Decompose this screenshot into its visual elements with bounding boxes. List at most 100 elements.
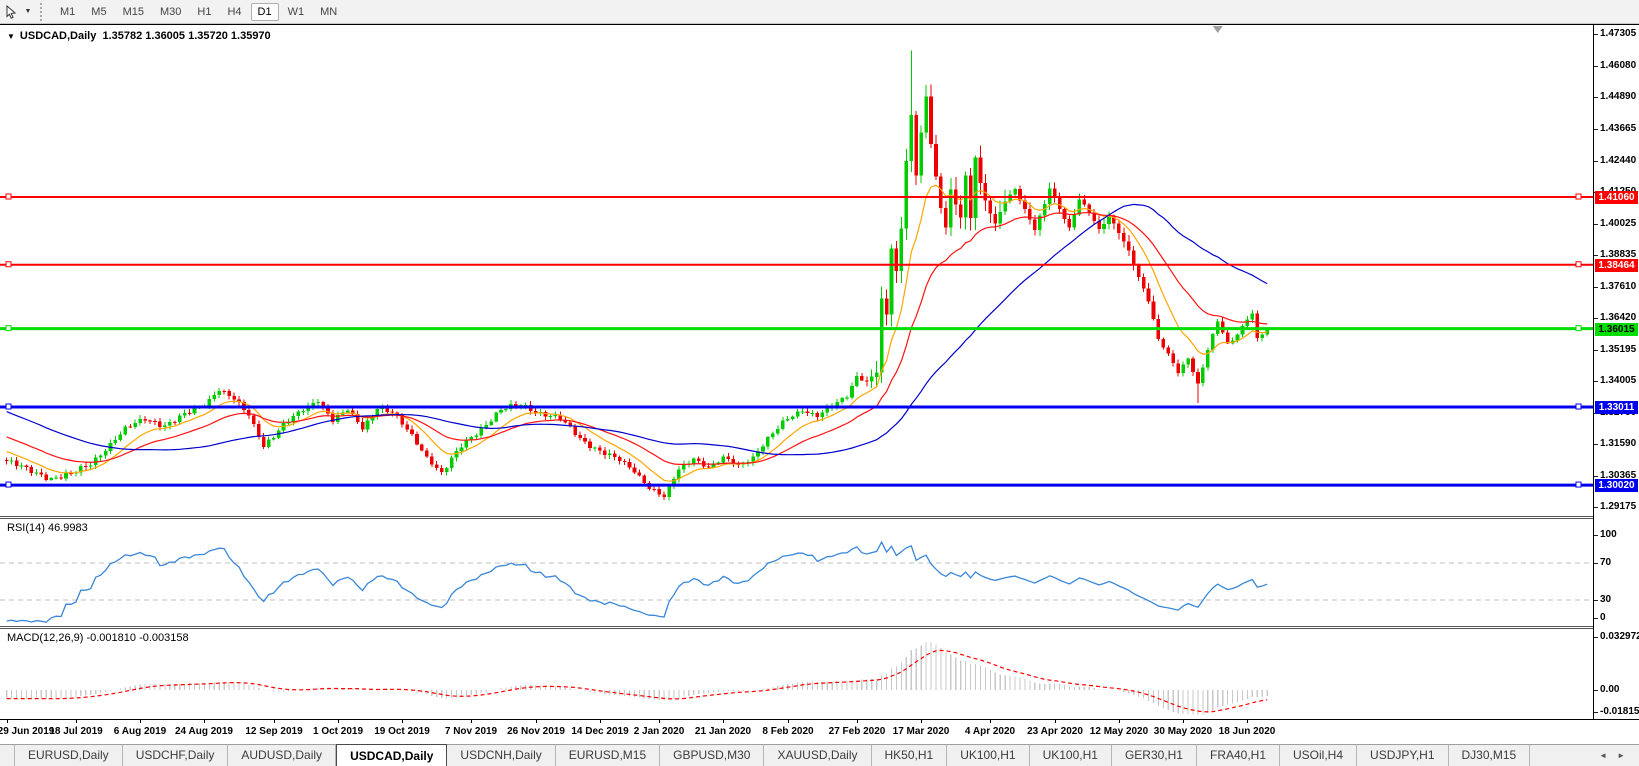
- chart-tab-FRA40-H1[interactable]: FRA40,H1: [1197, 745, 1281, 766]
- axis-tick: [1594, 712, 1598, 713]
- hline-handle: [1575, 261, 1582, 268]
- timeframe-button-M30[interactable]: M30: [153, 3, 188, 21]
- date-tick-label: 26 Nov 2019: [507, 726, 565, 737]
- ma-ema25-line: [6, 212, 1268, 465]
- date-tick-label: 4 Apr 2020: [964, 726, 1016, 737]
- chart-tab-USDCNH-Daily[interactable]: USDCNH,Daily: [447, 745, 556, 766]
- date-tick-label: 21 Jan 2020: [694, 726, 752, 737]
- chart-tab-UK100-H1[interactable]: UK100,H1: [947, 745, 1030, 766]
- date-tick: [723, 720, 724, 723]
- toolbar-grip[interactable]: [40, 2, 44, 21]
- timeframe-button-M1[interactable]: M1: [53, 3, 82, 21]
- toolbar: ▼ M1 M5 M15 M30 H1 H4 D1 W1 MN: [0, 0, 1639, 24]
- macd-histogram: [6, 642, 1268, 715]
- date-tick: [7, 720, 8, 723]
- chart-tab-EURUSD-Daily[interactable]: EURUSD,Daily: [14, 745, 123, 766]
- price-tick-label: 1.29175: [1600, 501, 1637, 512]
- timeframe-button-MN[interactable]: MN: [313, 3, 344, 21]
- chart-tab-USDCHF-Daily[interactable]: USDCHF,Daily: [123, 745, 229, 766]
- macd-signal-line: [6, 649, 1268, 713]
- timeframe-button-D1[interactable]: D1: [250, 3, 279, 21]
- price-tick-label: 1.36420: [1600, 312, 1637, 323]
- macd-tick-label: -0.018154: [1600, 706, 1639, 717]
- chart-tab-USDJPY-H1[interactable]: USDJPY,H1: [1357, 745, 1449, 766]
- cursor-tool-dropdown-caret[interactable]: ▼: [22, 8, 34, 15]
- hline-handle: [1575, 403, 1582, 410]
- date-tick: [1183, 720, 1184, 723]
- timeframe-button-M5[interactable]: M5: [84, 3, 113, 21]
- rsi-line: [6, 540, 1268, 623]
- chart-tab-GER30-H1[interactable]: GER30,H1: [1112, 745, 1197, 766]
- hline-handle: [1575, 481, 1582, 488]
- timeframe-button-H4[interactable]: H4: [220, 3, 248, 21]
- rsi-indicator-pane[interactable]: [0, 519, 1594, 626]
- chart-tab-GBPUSD-M30[interactable]: GBPUSD,M30: [660, 745, 765, 766]
- chart-tab-UK100-H1[interactable]: UK100,H1: [1030, 745, 1112, 766]
- date-tick-label: 27 Feb 2020: [828, 726, 886, 737]
- macd-svg: [6, 642, 1268, 715]
- chart-tab-AUDUSD-Daily[interactable]: AUDUSD,Daily: [228, 745, 337, 766]
- date-tick: [990, 720, 991, 723]
- chart-tab-EURUSD-M15[interactable]: EURUSD,M15: [556, 745, 661, 766]
- date-tick: [1247, 720, 1248, 723]
- terminal-window: ▼ M1 M5 M15 M30 H1 H4 D1 W1 MN ▼ USDCAD,Daily 1.3…: [0, 0, 1639, 766]
- hline-1.38464: [0, 261, 1593, 268]
- axis-tick: [1594, 535, 1598, 537]
- tab-scroll-left-icon[interactable]: ◄: [1599, 751, 1607, 760]
- hline-1.36015: [0, 325, 1593, 332]
- macd-label: MACD(12,26,9) -0.001810 -0.003158: [7, 632, 189, 644]
- ma-ema10-line: [6, 184, 1268, 482]
- timeframe-button-group: M1 M5 M15 M30 H1 H4 D1 W1 MN: [52, 2, 345, 21]
- axis-tick: [1594, 507, 1598, 508]
- hline-handle: [1575, 325, 1582, 332]
- hline-handle: [5, 261, 12, 268]
- chart-tab-XAUUSD-Daily[interactable]: XAUUSD,Daily: [764, 745, 872, 766]
- main-chart-pane[interactable]: [0, 25, 1594, 516]
- axis-tick: [1594, 161, 1598, 162]
- price-tick-label: 1.47305: [1600, 28, 1637, 39]
- cursor-tool-button[interactable]: [0, 2, 22, 22]
- hline-handle: [5, 481, 12, 488]
- timeframe-button-H1[interactable]: H1: [190, 3, 218, 21]
- price-tick-label: 1.42440: [1600, 155, 1637, 166]
- main-chart-svg: [0, 26, 1593, 501]
- chart-tab-USDCAD-Daily[interactable]: USDCAD,Daily: [336, 744, 448, 766]
- axis-tick: [1594, 224, 1598, 225]
- chart-symbol-period: USDCAD,Daily: [19, 30, 97, 42]
- price-axis[interactable]: 1.473051.460801.448901.436651.424401.412…: [1594, 25, 1639, 719]
- chart-tab-DJ30-M15[interactable]: DJ30,M15: [1449, 745, 1531, 766]
- cursor-icon: [6, 4, 17, 19]
- axis-tick: [1594, 66, 1598, 67]
- date-tick-label: 30 May 2020: [1153, 726, 1213, 737]
- hline-price-label: 1.36015: [1595, 323, 1638, 336]
- date-tick-label: 23 Apr 2020: [1027, 726, 1083, 737]
- hline-handle: [5, 325, 12, 332]
- price-tick-label: 1.35195: [1600, 344, 1637, 355]
- timeframe-button-W1[interactable]: W1: [281, 3, 312, 21]
- timeframe-button-M15[interactable]: M15: [116, 3, 151, 21]
- macd-tick-label: 0.032972: [1600, 631, 1639, 642]
- date-tick-label: 2 Jan 2020: [633, 726, 685, 737]
- macd-indicator-pane[interactable]: [0, 629, 1594, 719]
- tab-scroll-right-icon[interactable]: ►: [1617, 751, 1625, 760]
- date-tick-label: 18 Jul 2019: [49, 726, 103, 737]
- axis-tick: [1594, 600, 1598, 601]
- date-tick-label: 12 Sep 2019: [245, 726, 303, 737]
- date-tick: [76, 720, 77, 723]
- axis-tick: [1594, 318, 1598, 319]
- date-tick: [857, 720, 858, 723]
- hline-handle: [5, 403, 12, 410]
- chart-tab-bar: EURUSD,Daily USDCHF,Daily AUDUSD,Daily USDC…: [0, 744, 1639, 766]
- chart-tab-HK50-H1[interactable]: HK50,H1: [872, 745, 948, 766]
- hline-price-label: 1.38464: [1595, 259, 1638, 272]
- hline-price-label: 1.41060: [1595, 191, 1638, 204]
- date-tick: [659, 720, 660, 723]
- date-axis[interactable]: 29 Jun 2019 18 Jul 2019 6 Aug 2019 24 Aug 2…: [0, 719, 1639, 744]
- date-tick-label: 29 Jun 2019: [0, 726, 55, 737]
- date-tick-label: 17 Mar 2020: [892, 726, 950, 737]
- date-tick: [536, 720, 537, 723]
- hline-handle: [1575, 193, 1582, 200]
- chart-tab-USOil-H4[interactable]: USOil,H4: [1280, 745, 1358, 766]
- chart-menu-arrow-icon[interactable]: ▼: [7, 32, 15, 41]
- macd-tick-label: 0.00: [1600, 683, 1620, 695]
